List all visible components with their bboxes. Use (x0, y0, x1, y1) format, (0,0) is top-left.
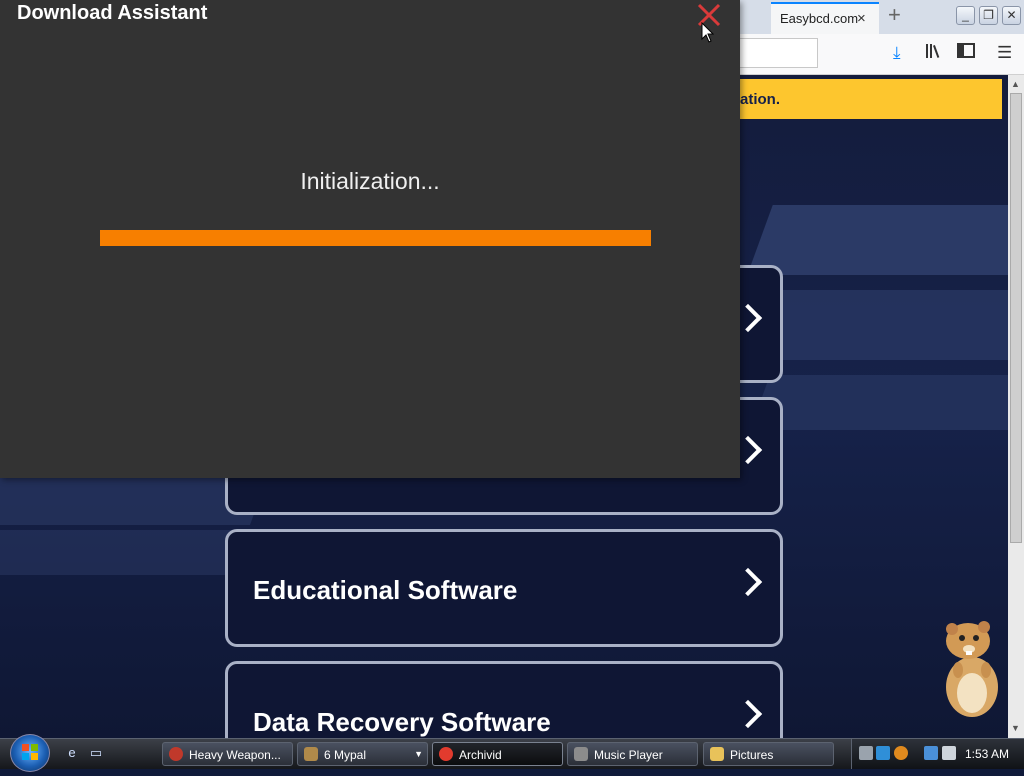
taskbar-item-heavy-weapon[interactable]: Heavy Weapon... (162, 742, 293, 766)
taskbar-item-mypal-group[interactable]: 6 Mypal ▼ (297, 742, 428, 766)
task-label: 6 Mypal (324, 748, 367, 762)
heavy-weapon-icon (169, 747, 183, 761)
clock[interactable]: 1:53 AM (965, 747, 1009, 761)
start-button[interactable] (10, 734, 50, 772)
tab-close-icon[interactable]: × (857, 10, 866, 27)
menu-icon[interactable]: ☰ (997, 43, 1012, 63)
progress-bar (100, 230, 651, 246)
internet-explorer-icon[interactable]: e (64, 745, 80, 761)
status-text: Initialization... (300, 168, 440, 194)
archivid-icon (439, 747, 453, 761)
card-label: Educational Software (253, 575, 518, 605)
scrollbar-thumb[interactable] (1010, 93, 1022, 543)
mouse-cursor-icon (701, 21, 715, 49)
download-icon[interactable]: ⤓ (893, 43, 901, 63)
progress-fill (100, 230, 651, 246)
chevron-right-icon (733, 699, 763, 729)
scroll-up-icon[interactable]: ▲ (1011, 79, 1020, 89)
download-assistant-dialog: Download Assistant Initialization... (0, 0, 740, 478)
tray-app-icon[interactable] (876, 746, 890, 760)
category-card-data-recovery[interactable]: Data Recovery Software (225, 661, 783, 738)
background-stripe (747, 290, 1008, 360)
music-player-icon (574, 747, 588, 761)
show-desktop-icon[interactable]: ▭ (88, 745, 104, 761)
minimize-icon[interactable]: _ (956, 6, 975, 25)
group-dropdown-icon[interactable]: ▼ (414, 749, 423, 759)
search-icon[interactable] (894, 746, 908, 760)
chevron-right-icon (733, 567, 763, 597)
volume-muted-icon[interactable] (942, 746, 956, 760)
taskbar-item-music-player[interactable]: Music Player (567, 742, 698, 766)
network-icon[interactable] (924, 746, 938, 760)
scroll-down-icon[interactable]: ▼ (1011, 723, 1020, 733)
page-scrollbar[interactable]: ▲ ▼ (1008, 75, 1024, 738)
system-tray: 1:53 AM (851, 739, 1024, 769)
tray-app-icon[interactable] (859, 746, 873, 760)
taskbar-item-pictures[interactable]: Pictures (703, 742, 834, 766)
taskbar: e ▭ Heavy Weapon... 6 Mypal ▼ Archivid M… (0, 734, 1024, 772)
notice-text: ation. (740, 91, 780, 108)
window-close-icon[interactable]: ✕ (1002, 6, 1021, 25)
taskbar-item-archivid[interactable]: Archivid (432, 742, 563, 766)
dialog-title: Download Assistant (17, 2, 208, 24)
task-label: Archivid (459, 748, 502, 762)
category-card-educational[interactable]: Educational Software (225, 529, 783, 647)
task-label: Music Player (594, 748, 663, 762)
tab-title: Easybcd.com (780, 11, 859, 26)
folder-icon (710, 747, 724, 761)
background-stripe (747, 205, 1008, 275)
hamster-mascot-image (938, 615, 1006, 720)
background-stripe (749, 375, 1008, 430)
library-icon[interactable] (925, 43, 943, 64)
maximize-icon[interactable]: ❐ (979, 6, 998, 25)
new-tab-icon[interactable]: + (888, 4, 901, 26)
task-label: Heavy Weapon... (189, 748, 281, 762)
sidebar-icon[interactable] (957, 43, 975, 64)
tab-easybcd[interactable]: Easybcd.com × (771, 2, 879, 34)
card-label: Data Recovery Software (253, 707, 551, 737)
mypal-icon (304, 747, 318, 761)
task-label: Pictures (730, 748, 774, 762)
notice-banner: ation. (735, 79, 1002, 119)
